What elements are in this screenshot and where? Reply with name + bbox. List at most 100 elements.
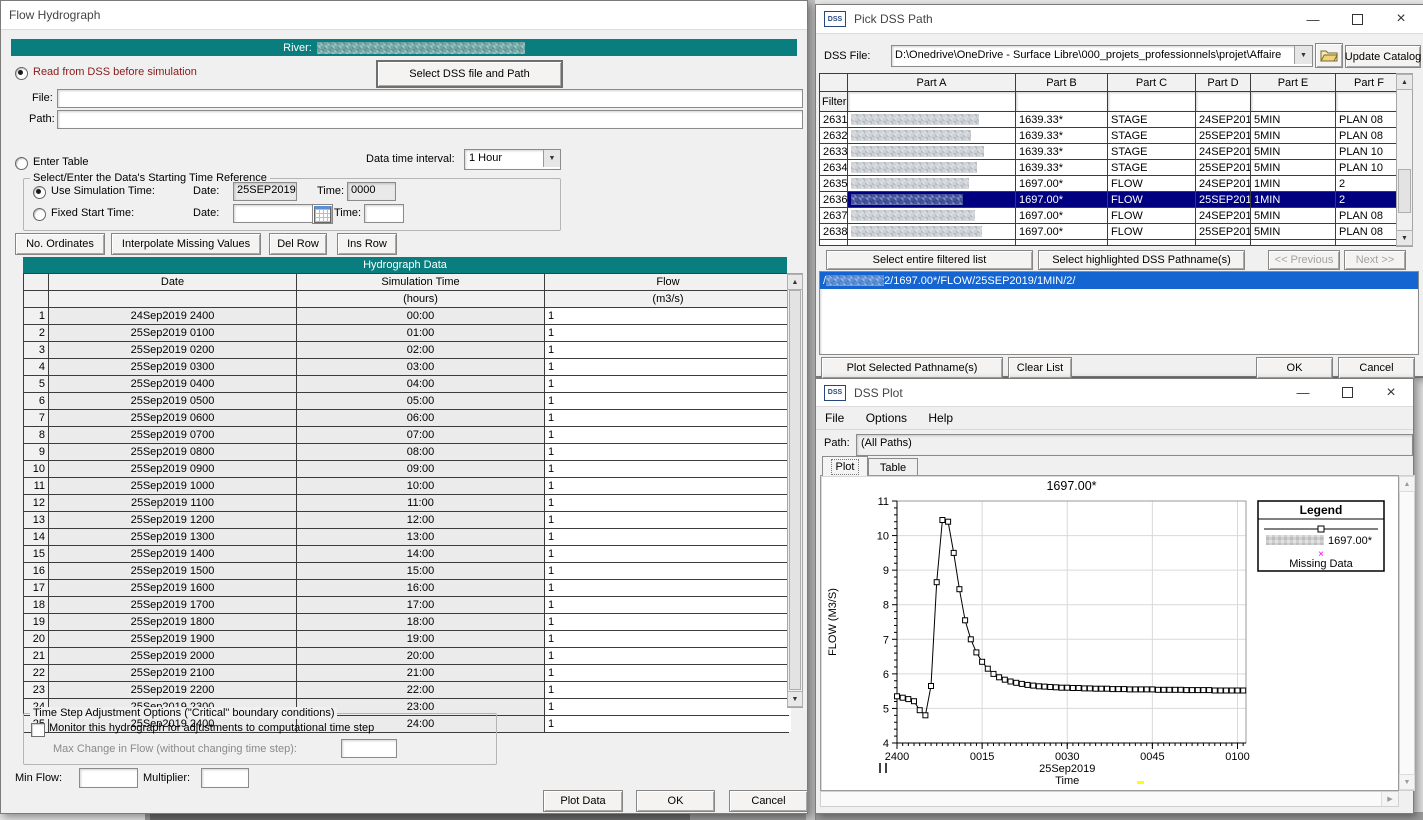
fixed-time-input[interactable] [364,204,404,223]
dss-row-part-c[interactable]: FLOW [1108,224,1195,239]
path-input[interactable] [57,110,803,129]
dss-row-part-b[interactable]: 1639.33* [1016,144,1107,159]
hydrograph-cell-time[interactable]: 05:00 [297,393,544,409]
dss-row-part-d[interactable]: 24SEP2019 [1196,144,1250,159]
hydrograph-cell-date[interactable]: 25Sep2019 1100 [49,495,296,511]
min-flow-input[interactable] [79,768,138,788]
menu-file[interactable]: File [816,407,853,429]
hydrograph-cell-flow[interactable]: 1 [545,427,791,443]
hydrograph-cell-flow[interactable]: 1 [545,495,791,511]
dss-row-part-a-redacted[interactable] [848,208,1015,223]
dss-row-part-e[interactable]: 5MIN [1251,224,1335,239]
dss-row-part-d[interactable]: 25SEP2019 [1196,192,1250,207]
maximize-button[interactable] [1325,379,1369,406]
multiplier-input[interactable] [201,768,249,788]
hydrograph-cell-time[interactable]: 18:00 [297,614,544,630]
hydrograph-cell-time[interactable]: 08:00 [297,444,544,460]
hydrograph-cell-date[interactable]: 25Sep2019 2200 [49,682,296,698]
dss-row-part-e[interactable]: 5MIN [1251,144,1335,159]
dss-row-part-d[interactable]: 24SEP2019 [1196,208,1250,223]
pick-dss-path-titlebar[interactable]: DSS Pick DSS Path — × [816,5,1423,34]
dss-row-number[interactable]: 2631 [820,112,847,127]
hydrograph-cell-flow[interactable]: 1 [545,410,791,426]
hydrograph-cell-flow[interactable]: 1 [545,665,791,681]
minimize-button[interactable]: — [1291,5,1335,33]
hydrograph-cell-flow[interactable]: 1 [545,529,791,545]
next-button[interactable]: Next >> [1344,250,1406,270]
dss-row-part-e[interactable]: 1MIN [1251,192,1335,207]
dss-row-part-a-redacted[interactable] [848,192,1015,207]
max-change-input[interactable] [341,739,397,758]
plot-vertical-scrollbar[interactable]: ▲ ▼ [1399,475,1415,791]
filter-input-part-e[interactable] [1251,92,1335,111]
hydrograph-cell-flow[interactable]: 1 [545,444,791,460]
scroll-up-icon[interactable]: ▲ [1399,476,1415,492]
dss-row-part-a-redacted[interactable] [848,224,1015,239]
enter-table-radio[interactable] [15,157,28,170]
hydrograph-cell-time[interactable]: 14:00 [297,546,544,562]
ins-row-button[interactable]: Ins Row [337,233,397,255]
hydrograph-cell-date[interactable]: 25Sep2019 2100 [49,665,296,681]
use-simulation-time-radio[interactable] [33,186,46,199]
del-row-button[interactable]: Del Row [269,233,327,255]
minimize-button[interactable]: — [1281,379,1325,406]
dss-row-part-b[interactable]: 1697.00* [1016,208,1107,223]
scroll-right-icon[interactable]: ▶ [1381,792,1398,806]
file-input[interactable] [57,89,803,108]
previous-button[interactable]: << Previous [1268,250,1340,270]
filter-input-part-a[interactable] [848,92,1015,111]
dss-row-part-c[interactable]: STAGE [1108,160,1195,175]
hydrograph-cell-date[interactable]: 25Sep2019 0300 [49,359,296,375]
hydrograph-cell-flow[interactable]: 1 [545,376,791,392]
dss-row-part-f[interactable]: 2 [1336,192,1402,207]
hydrograph-cell-time[interactable]: 01:00 [297,325,544,341]
hydrograph-cell-date[interactable]: 25Sep2019 0600 [49,410,296,426]
hydrograph-cell-flow[interactable]: 1 [545,614,791,630]
hydrograph-cell-time[interactable]: 21:00 [297,665,544,681]
dss-row-part-a-redacted[interactable] [848,112,1015,127]
hydrograph-cell-flow[interactable]: 1 [545,325,791,341]
hydrograph-cell-date[interactable]: 25Sep2019 1500 [49,563,296,579]
dss-row-number[interactable]: 2634 [820,160,847,175]
dss-row-number[interactable]: 2638 [820,224,847,239]
scroll-down-icon[interactable]: ▼ [787,691,803,707]
plot-horizontal-scrollbar[interactable]: ▶ [820,791,1399,807]
dss-row-part-a-redacted[interactable] [848,128,1015,143]
plot-data-button[interactable]: Plot Data [543,790,623,812]
dss-file-combobox[interactable]: D:\Onedrive\OneDrive - Surface Libre\000… [891,45,1313,67]
dss-row-part-b[interactable]: 1639.33* [1016,128,1107,143]
dss-row-part-c[interactable]: FLOW [1108,192,1195,207]
hydrograph-cell-flow[interactable]: 1 [545,580,791,596]
dss-row-number[interactable]: 2633 [820,144,847,159]
hydrograph-cell-time[interactable]: 06:00 [297,410,544,426]
hydrograph-cell-date[interactable]: 25Sep2019 1300 [49,529,296,545]
dss-row-part-e[interactable]: 5MIN [1251,128,1335,143]
hydrograph-cell-date[interactable]: 25Sep2019 0700 [49,427,296,443]
close-button[interactable]: × [1379,5,1423,33]
hydrograph-cell-time[interactable]: 22:00 [297,682,544,698]
dss-row-part-b[interactable]: 1639.33* [1016,160,1107,175]
hydrograph-cell-time[interactable]: 11:00 [297,495,544,511]
dss-row-part-e[interactable]: 5MIN [1251,112,1335,127]
browse-dss-file-button[interactable] [1315,43,1343,68]
fixed-start-time-radio[interactable] [33,208,46,221]
hydrograph-cell-date[interactable]: 25Sep2019 0900 [49,461,296,477]
hydrograph-cell-time[interactable]: 13:00 [297,529,544,545]
menu-options[interactable]: Options [857,407,916,429]
path-select[interactable]: (All Paths) [856,434,1413,456]
dss-row-part-d[interactable]: 24SEP2019 [1196,176,1250,191]
hydrograph-cell-time[interactable]: 15:00 [297,563,544,579]
dss-row-part-f[interactable]: PLAN 08 [1336,224,1402,239]
dss-row-part-d[interactable]: 25SEP2019 [1196,128,1250,143]
read-dss-radio[interactable] [15,67,28,80]
hydrograph-cell-flow[interactable]: 1 [545,342,791,358]
no-ordinates-button[interactable]: No. Ordinates [15,233,105,255]
hydrograph-cell-time[interactable]: 04:00 [297,376,544,392]
scroll-down-icon[interactable]: ▼ [1399,774,1415,790]
dss-row-number[interactable]: 2635 [820,176,847,191]
dss-row-part-c[interactable]: FLOW [1108,208,1195,223]
clear-list-button[interactable]: Clear List [1008,357,1072,379]
select-filtered-button[interactable]: Select entire filtered list [826,250,1033,270]
hydrograph-cell-flow[interactable]: 1 [545,546,791,562]
dss-row-part-b[interactable]: 1697.00* [1016,192,1107,207]
